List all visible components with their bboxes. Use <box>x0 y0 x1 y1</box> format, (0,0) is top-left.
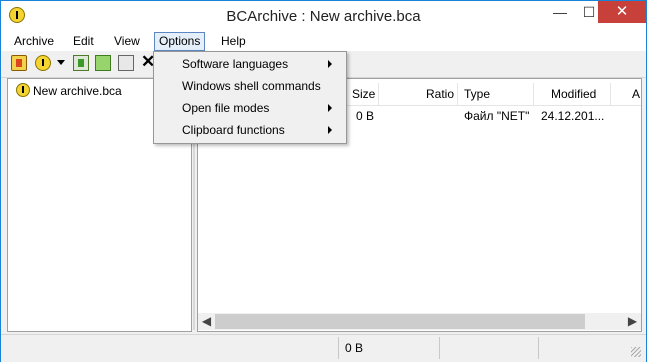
column-header-modified[interactable]: Modified <box>551 87 596 101</box>
column-header-type[interactable]: Type <box>464 87 490 101</box>
status-divider <box>439 337 440 359</box>
options-menu-dropdown: Software languages Windows shell command… <box>153 51 347 144</box>
resize-grip-icon[interactable] <box>631 347 641 357</box>
add-files-icon[interactable] <box>95 55 111 71</box>
status-bar: 0 B <box>1 334 646 362</box>
test-icon[interactable] <box>118 55 134 71</box>
menu-item-windows-shell-commands[interactable]: Windows shell commands <box>154 75 346 97</box>
column-header-size[interactable]: Size <box>352 87 375 101</box>
new-archive-icon[interactable] <box>11 55 27 71</box>
scroll-left-icon[interactable]: ◀ <box>198 313 215 330</box>
column-divider[interactable] <box>610 83 611 105</box>
menu-item-label: Software languages <box>182 57 289 71</box>
status-divider <box>338 337 339 359</box>
submenu-arrow-icon <box>328 126 332 134</box>
menu-bar: Archive Edit View Options Help <box>1 31 646 51</box>
menu-item-label: Open file modes <box>182 101 270 115</box>
title-bar[interactable]: BCArchive : New archive.bca — ☐ ✕ <box>1 1 646 31</box>
minimize-button[interactable]: — <box>546 1 574 23</box>
menu-archive[interactable]: Archive <box>9 33 59 50</box>
column-divider[interactable] <box>533 83 534 105</box>
column-header-attributes[interactable]: A <box>632 87 640 101</box>
menu-edit[interactable]: Edit <box>68 33 99 50</box>
menu-view[interactable]: View <box>109 33 145 50</box>
column-divider[interactable] <box>457 83 458 105</box>
open-archive-icon[interactable] <box>35 55 51 71</box>
archive-icon <box>16 83 30 97</box>
cell-type: Файл "NET" <box>464 109 530 123</box>
status-size: 0 B <box>345 341 364 355</box>
submenu-arrow-icon <box>328 104 332 112</box>
menu-item-clipboard-functions[interactable]: Clipboard functions <box>154 119 346 141</box>
status-divider <box>538 337 539 359</box>
app-window: BCArchive : New archive.bca — ☐ ✕ Archiv… <box>0 0 647 362</box>
menu-help[interactable]: Help <box>216 33 251 50</box>
menu-item-label: Windows shell commands <box>182 79 321 93</box>
submenu-arrow-icon <box>328 60 332 68</box>
cell-modified: 24.12.201... <box>541 109 605 123</box>
tree-item-label: New archive.bca <box>33 84 122 98</box>
column-divider[interactable] <box>378 83 379 105</box>
menu-item-software-languages[interactable]: Software languages <box>154 53 346 75</box>
menu-options[interactable]: Options <box>154 32 206 51</box>
menu-item-open-file-modes[interactable]: Open file modes <box>154 97 346 119</box>
cell-size: 0 B <box>356 109 375 123</box>
scroll-right-icon[interactable]: ▶ <box>624 313 641 330</box>
extract-icon[interactable] <box>73 55 89 71</box>
menu-item-label: Clipboard functions <box>182 123 285 137</box>
scroll-thumb[interactable] <box>215 314 585 329</box>
horizontal-scrollbar[interactable]: ◀ ▶ <box>198 313 641 330</box>
close-button[interactable]: ✕ <box>598 1 646 23</box>
column-header-ratio[interactable]: Ratio <box>426 87 454 101</box>
dropdown-arrow-icon[interactable] <box>57 60 65 65</box>
